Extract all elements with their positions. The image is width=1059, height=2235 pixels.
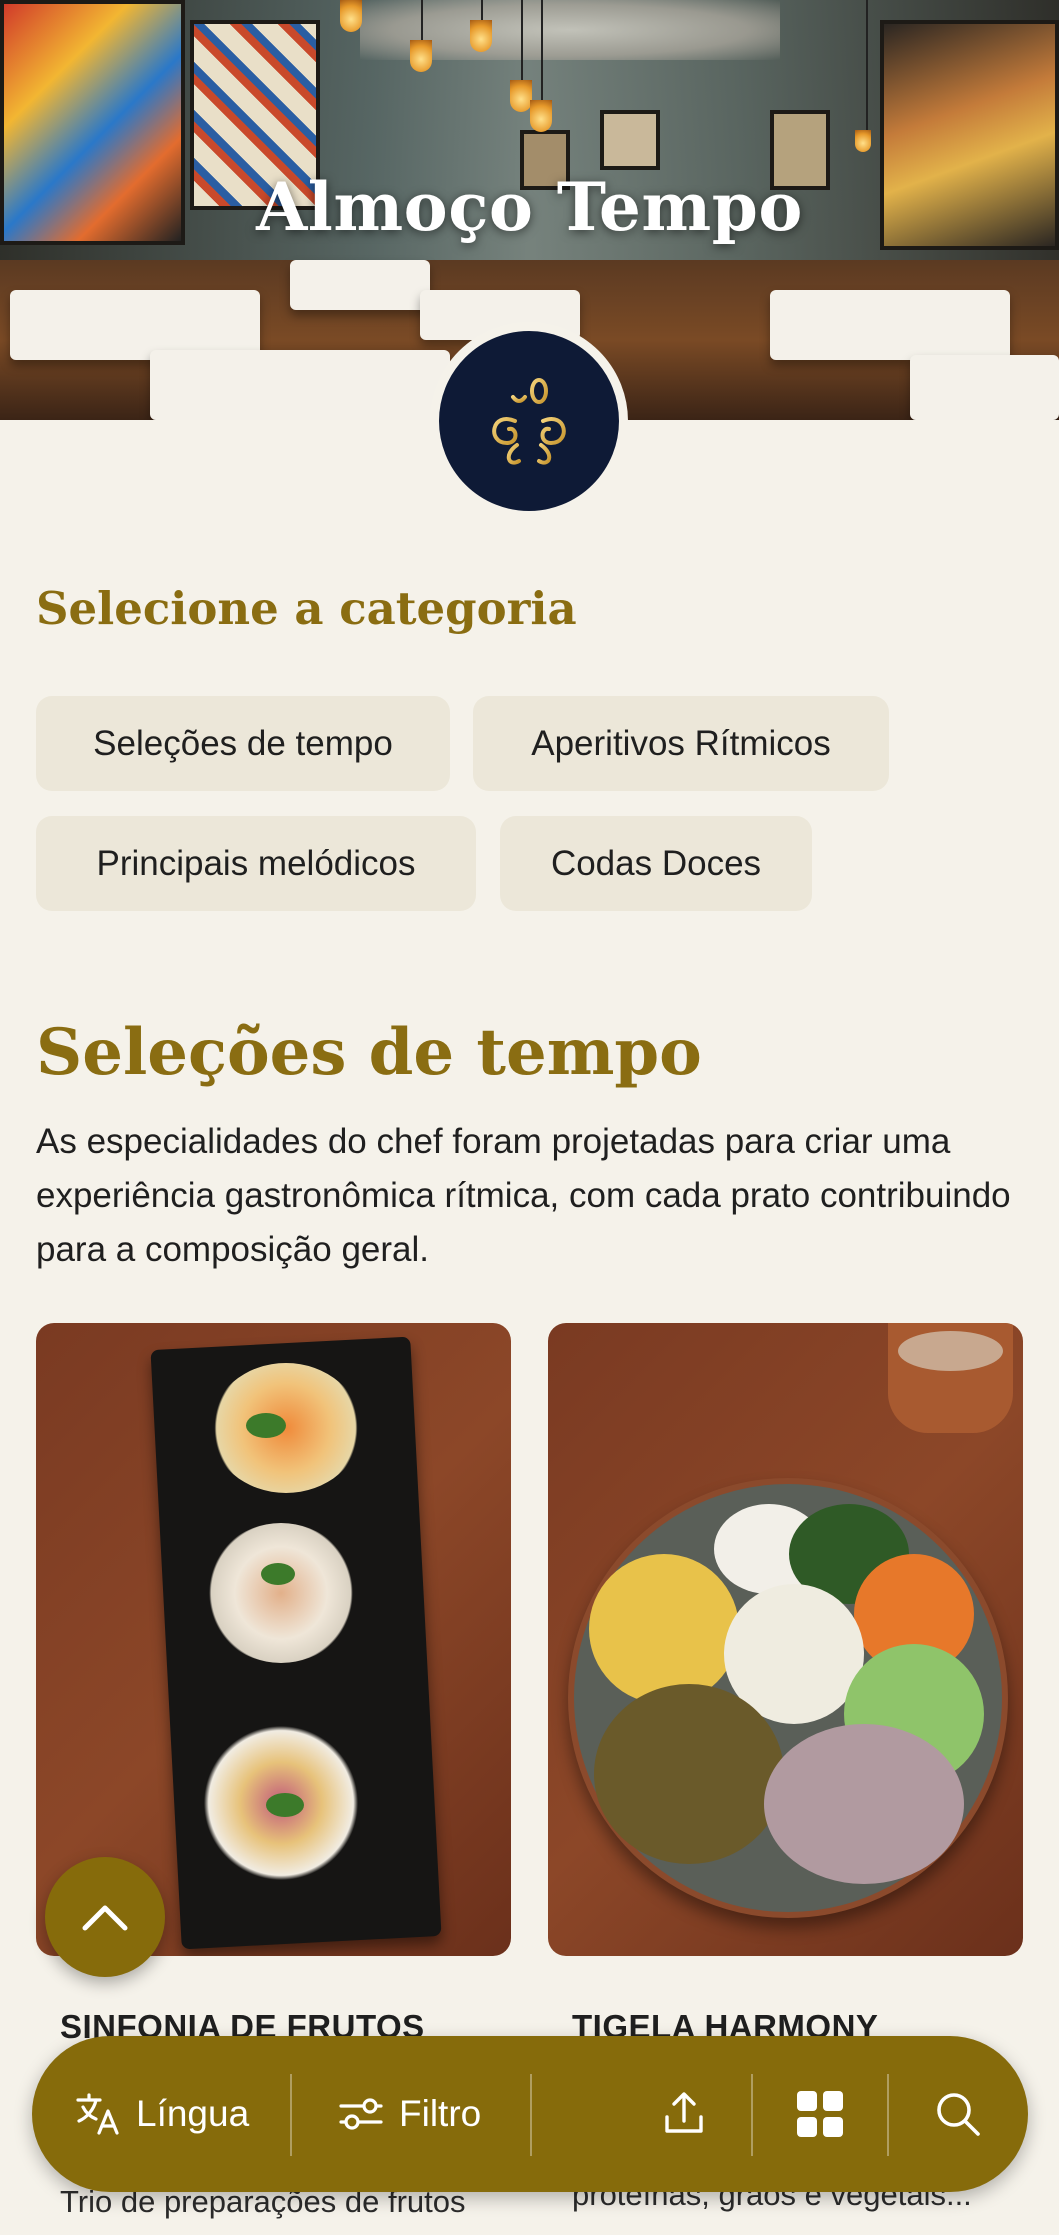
bowl xyxy=(568,1478,1008,1918)
pendant-lamp xyxy=(855,130,871,152)
restaurant-title: Almoço Tempo xyxy=(256,168,803,246)
toolbar-divider xyxy=(530,2074,532,2156)
lentils xyxy=(594,1684,784,1864)
pendant-lamp xyxy=(510,80,532,112)
section-description: As especialidades do chef foram projetad… xyxy=(36,1122,1011,1269)
fork-spoon-logo-icon xyxy=(492,377,566,465)
dining-table xyxy=(290,260,430,310)
pendant-lamp xyxy=(470,20,492,52)
grid-icon xyxy=(797,2091,843,2137)
garnish xyxy=(266,1793,304,1817)
toolbar-divider xyxy=(751,2074,753,2156)
food-item xyxy=(211,1363,361,1493)
section-title: Seleções de tempo xyxy=(36,1015,702,1090)
lamp-cord xyxy=(421,0,423,40)
scroll-to-top-button[interactable] xyxy=(45,1857,165,1977)
dining-table xyxy=(910,355,1059,420)
hero-artwork xyxy=(600,110,660,170)
lamp-cord xyxy=(521,0,523,80)
filter-label: Filtro xyxy=(399,2093,482,2134)
category-chip-selecoes-de-tempo[interactable]: Seleções de tempo xyxy=(36,696,450,791)
dining-table xyxy=(770,290,1010,360)
pendant-lamp xyxy=(530,100,552,132)
lamp-cord xyxy=(481,0,483,20)
category-heading: Selecione a categoria xyxy=(36,582,577,635)
category-chip-codas-doces[interactable]: Codas Doces xyxy=(500,816,812,911)
bottom-toolbar: Língua Filtro xyxy=(32,2036,1028,2192)
potato-strings xyxy=(589,1554,739,1704)
category-chip-principais-melodicos[interactable]: Principais melódicos xyxy=(36,816,476,911)
share-icon xyxy=(665,2092,703,2133)
dining-table xyxy=(150,350,450,420)
toolbar-divider xyxy=(290,2074,292,2156)
cup-rim xyxy=(898,1331,1003,1371)
grid-view-button[interactable] xyxy=(790,2084,850,2144)
pendant-lamp xyxy=(340,0,362,32)
category-chip-aperitivos-ritmicos[interactable]: Aperitivos Rítmicos xyxy=(473,696,889,791)
restaurant-logo xyxy=(430,322,628,520)
language-label: Língua xyxy=(136,2093,250,2134)
garnish xyxy=(261,1563,295,1585)
filter-button[interactable]: Filtro xyxy=(337,2036,481,2192)
toolbar-divider xyxy=(887,2074,889,2156)
search-icon xyxy=(937,2093,980,2136)
pendant-lamp xyxy=(410,40,432,72)
dish-image[interactable] xyxy=(548,1323,1023,1956)
chevron-up-icon xyxy=(82,1905,128,1931)
search-button[interactable] xyxy=(928,2084,988,2144)
language-button[interactable]: Língua xyxy=(74,2036,249,2192)
lamp-cord xyxy=(541,0,543,100)
share-button[interactable] xyxy=(654,2084,714,2144)
noodles-cabbage xyxy=(764,1724,964,1884)
lamp-cord xyxy=(866,0,868,130)
garnish xyxy=(246,1413,286,1438)
translate-icon xyxy=(76,2093,119,2135)
food-item xyxy=(206,1523,356,1663)
filter-icon xyxy=(339,2098,383,2130)
